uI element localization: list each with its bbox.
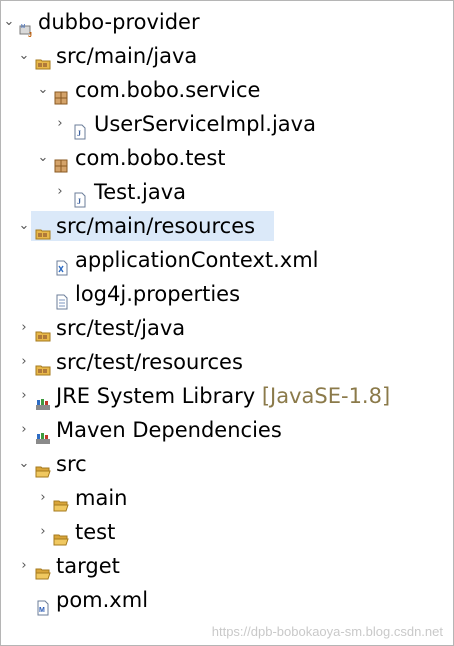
tree-item-src-main-java[interactable]: ⌄ src/main/java	[1, 39, 453, 73]
svg-text:M: M	[21, 24, 25, 30]
project-tree: ⌄ M J dubbo-provider ⌄ src/main/java ⌄ c…	[1, 5, 453, 617]
tree-item-label: src/main/java	[56, 44, 198, 68]
chevron-right-icon[interactable]: ›	[18, 379, 30, 413]
library-icon	[35, 422, 51, 444]
text-file-icon	[54, 286, 70, 310]
tree-item-label: Test.java	[94, 180, 187, 204]
package-icon	[53, 82, 69, 105]
tree-item-target[interactable]: › target	[1, 549, 453, 583]
maven-pom-icon: M	[35, 592, 51, 616]
tree-item-label: src	[56, 452, 87, 476]
tree-item-pom-xml[interactable]: M pom.xml	[1, 583, 453, 617]
package-icon	[53, 150, 69, 173]
svg-text:M: M	[39, 607, 45, 614]
source-folder-icon	[35, 48, 51, 70]
tree-item-label: pom.xml	[56, 588, 149, 612]
svg-text:J: J	[28, 32, 32, 38]
tree-item-label: log4j.properties	[75, 282, 241, 306]
chevron-down-icon[interactable]: ⌄	[18, 39, 30, 73]
maven-project-icon: M J	[19, 14, 35, 39]
tree-item-src-test-resources[interactable]: › src/test/resources	[1, 345, 453, 379]
tree-item-src-main-resources[interactable]: ⌄ src/main/resources	[1, 209, 453, 243]
tree-item-test-java[interactable]: › J Test.java	[1, 175, 453, 209]
java-file-icon: J	[72, 116, 88, 140]
tree-item-dubbo-provider[interactable]: ⌄ M J dubbo-provider	[1, 5, 453, 39]
tree-item-label: src/main/resources	[56, 214, 256, 238]
chevron-right-icon[interactable]: ›	[18, 311, 30, 345]
tree-item-label: dubbo-provider	[38, 10, 200, 34]
tree-item-maven-dependencies[interactable]: › Maven Dependencies	[1, 413, 453, 447]
project-explorer-panel: ⌄ M J dubbo-provider ⌄ src/main/java ⌄ c…	[0, 0, 454, 646]
xml-file-icon	[54, 252, 70, 276]
folder-icon	[35, 558, 51, 580]
tree-item-label: com.bobo.service	[75, 78, 261, 102]
svg-text:J: J	[77, 197, 81, 206]
tree-item-com-bobo-service[interactable]: ⌄ com.bobo.service	[1, 73, 453, 107]
source-folder-icon	[35, 218, 51, 240]
chevron-right-icon[interactable]: ›	[37, 481, 49, 515]
folder-icon	[53, 490, 69, 512]
chevron-right-icon[interactable]: ›	[54, 107, 66, 141]
tree-item-main[interactable]: › main	[1, 481, 453, 515]
java-file-icon: J	[72, 184, 88, 208]
svg-text:J: J	[77, 129, 81, 138]
folder-icon	[53, 524, 69, 546]
jre-version-decoration: [JavaSE-1.8]	[261, 384, 391, 408]
source-folder-icon	[35, 354, 51, 376]
tree-item-applicationcontext-xml[interactable]: applicationContext.xml	[1, 243, 453, 277]
tree-item-label: JRE System Library [JavaSE-1.8]	[56, 379, 390, 413]
chevron-down-icon[interactable]: ⌄	[3, 5, 15, 39]
watermark-text: https://dpb-bobokaoya-sm.blog.csdn.net	[211, 624, 443, 639]
tree-item-label: src/test/resources	[56, 350, 243, 374]
tree-item-src[interactable]: ⌄ src	[1, 447, 453, 481]
library-name: JRE System Library	[56, 384, 256, 408]
tree-item-label: Maven Dependencies	[56, 418, 282, 442]
tree-item-label: main	[75, 486, 128, 510]
tree-item-userserviceimpl-java[interactable]: › J UserServiceImpl.java	[1, 107, 453, 141]
tree-item-label: src/test/java	[56, 316, 186, 340]
chevron-right-icon[interactable]: ›	[18, 549, 30, 583]
tree-item-label: applicationContext.xml	[75, 248, 319, 272]
chevron-right-icon[interactable]: ›	[18, 413, 30, 447]
chevron-down-icon[interactable]: ⌄	[18, 209, 30, 243]
tree-item-label: test	[75, 520, 116, 544]
tree-item-label: UserServiceImpl.java	[94, 112, 316, 136]
chevron-right-icon[interactable]: ›	[37, 515, 49, 549]
folder-open-icon	[35, 456, 51, 478]
tree-item-com-bobo-test[interactable]: ⌄ com.bobo.test	[1, 141, 453, 175]
tree-item-test[interactable]: › test	[1, 515, 453, 549]
chevron-down-icon[interactable]: ⌄	[18, 447, 30, 481]
chevron-right-icon[interactable]: ›	[54, 175, 66, 209]
chevron-down-icon[interactable]: ⌄	[37, 141, 49, 175]
tree-item-label: com.bobo.test	[75, 146, 226, 170]
library-icon	[35, 388, 51, 410]
source-folder-icon	[35, 320, 51, 342]
tree-item-src-test-java[interactable]: › src/test/java	[1, 311, 453, 345]
chevron-right-icon[interactable]: ›	[18, 345, 30, 379]
tree-item-log4j-properties[interactable]: log4j.properties	[1, 277, 453, 311]
tree-item-jre-system-library[interactable]: › JRE System Library [JavaSE-1.8]	[1, 379, 453, 413]
tree-item-label: target	[56, 554, 120, 578]
chevron-down-icon[interactable]: ⌄	[37, 73, 49, 107]
